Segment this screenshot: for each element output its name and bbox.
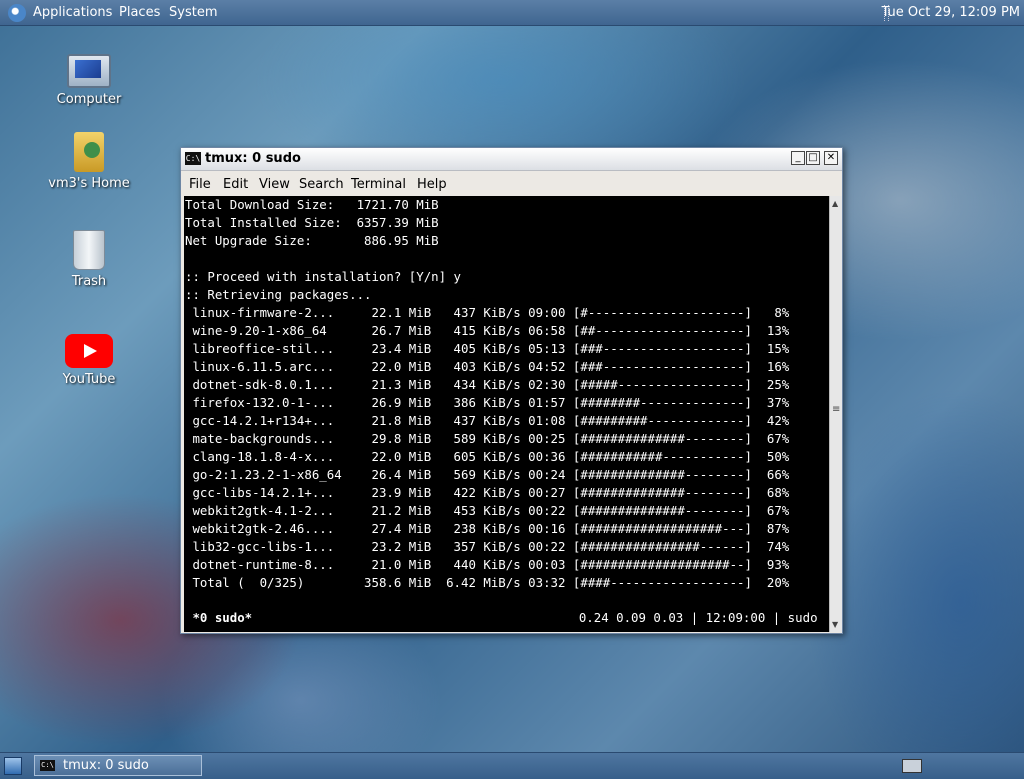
workspace-switcher[interactable] — [902, 759, 922, 773]
terminal-output[interactable]: Total Download Size: 1721.70 MiB Total I… — [184, 196, 829, 632]
taskbar-button-label: tmux: 0 sudo — [63, 758, 149, 773]
terminal-line: gcc-libs-14.2.1+... 23.9 MiB 422 KiB/s 0… — [185, 485, 790, 500]
terminal-app-icon: C:\ — [185, 152, 201, 165]
terminal-app-icon: C:\ — [40, 760, 55, 771]
terminal-line: libreoffice-stil... 23.4 MiB 405 KiB/s 0… — [185, 341, 790, 356]
menu-view[interactable]: View — [259, 177, 290, 192]
terminal-line: firefox-132.0-1-... 26.9 MiB 386 KiB/s 0… — [185, 395, 790, 410]
terminal-line: webkit2gtk-2.46.... 27.4 MiB 238 KiB/s 0… — [185, 521, 790, 536]
terminal-line: Total ( 0/325) 358.6 MiB 6.42 MiB/s 03:3… — [185, 575, 790, 590]
top-panel: Applications Places System Tue Oct 29, 1… — [0, 0, 1024, 26]
scroll-down-icon[interactable]: ▼ — [832, 620, 838, 629]
terminal-window: C:\ tmux: 0 sudo _ □ ✕ File Edit View Se… — [180, 147, 843, 634]
terminal-line: go-2:1.23.2-1-x86_64 26.4 MiB 569 KiB/s … — [185, 467, 790, 482]
terminal-line: webkit2gtk-4.1-2... 21.2 MiB 453 KiB/s 0… — [185, 503, 790, 518]
desktop-icon-label: vm3's Home — [48, 176, 130, 191]
scroll-grip-icon[interactable]: ≡ — [832, 404, 840, 415]
desktop-icon-label: Trash — [71, 274, 107, 289]
system-menu[interactable]: System — [169, 5, 217, 20]
desktop-icon-label: Computer — [56, 92, 122, 107]
terminal-line: Total Download Size: 1721.70 MiB — [185, 197, 439, 212]
terminal-line: :: Retrieving packages... — [185, 287, 372, 302]
terminal-line: linux-6.11.5.arc... 22.0 MiB 403 KiB/s 0… — [185, 359, 790, 374]
clock[interactable]: Tue Oct 29, 12:09 PM — [882, 5, 1020, 20]
terminal-line: lib32-gcc-libs-1... 23.2 MiB 357 KiB/s 0… — [185, 539, 790, 554]
desktop-icon-home[interactable]: vm3's Home — [44, 132, 134, 191]
trash-icon — [73, 230, 105, 270]
tmux-status-bar: *0 sudo* 0.24 0.09 0.03 | 12:09:00 | sud… — [184, 609, 829, 627]
youtube-icon — [65, 334, 113, 368]
places-menu[interactable]: Places — [119, 5, 160, 20]
desktop-icon-trash[interactable]: Trash — [44, 230, 134, 289]
show-desktop-icon[interactable] — [4, 757, 22, 775]
taskbar-button-tmux[interactable]: C:\ tmux: 0 sudo — [34, 755, 202, 776]
minimize-button[interactable]: _ — [791, 151, 805, 165]
terminal-line: linux-firmware-2... 22.1 MiB 437 KiB/s 0… — [185, 305, 790, 320]
menu-edit[interactable]: Edit — [223, 177, 248, 192]
home-folder-icon — [74, 132, 104, 172]
terminal-line: clang-18.1.8-4-x... 22.0 MiB 605 KiB/s 0… — [185, 449, 790, 464]
maximize-button[interactable]: □ — [806, 151, 820, 165]
menu-help[interactable]: Help — [417, 177, 447, 192]
menu-file[interactable]: File — [189, 177, 211, 192]
tmux-window-name[interactable]: *0 sudo* — [185, 609, 252, 627]
bottom-panel: C:\ tmux: 0 sudo — [0, 752, 1024, 779]
computer-icon — [67, 54, 111, 88]
terminal-line: dotnet-sdk-8.0.1... 21.3 MiB 434 KiB/s 0… — [185, 377, 790, 392]
desktop-icon-computer[interactable]: Computer — [44, 54, 134, 107]
terminal-line: dotnet-runtime-8... 21.0 MiB 440 KiB/s 0… — [185, 557, 790, 572]
terminal-line: Net Upgrade Size: 886.95 MiB — [185, 233, 439, 248]
terminal-line: wine-9.20-1-x86_64 26.7 MiB 415 KiB/s 06… — [185, 323, 790, 338]
applications-menu[interactable]: Applications — [33, 5, 112, 20]
window-menubar: File Edit View Search Terminal Help — [181, 172, 842, 194]
menu-search[interactable]: Search — [299, 177, 344, 192]
desktop-icon-label: YouTube — [62, 372, 116, 387]
window-titlebar[interactable]: C:\ tmux: 0 sudo _ □ ✕ — [181, 148, 842, 171]
distro-logo-icon[interactable] — [8, 4, 26, 22]
window-title: tmux: 0 sudo — [205, 151, 301, 166]
close-button[interactable]: ✕ — [824, 151, 838, 165]
terminal-line: mate-backgrounds... 29.8 MiB 589 KiB/s 0… — [185, 431, 790, 446]
tmux-status-right: 0.24 0.09 0.03 | 12:09:00 | sudo — [578, 610, 825, 625]
terminal-line: Total Installed Size: 6357.39 MiB — [185, 215, 439, 230]
desktop-icon-youtube[interactable]: YouTube — [44, 334, 134, 387]
terminal-line: gcc-14.2.1+r134+... 21.8 MiB 437 KiB/s 0… — [185, 413, 790, 428]
scroll-up-icon[interactable]: ▲ — [832, 199, 838, 208]
menu-terminal[interactable]: Terminal — [351, 177, 406, 192]
terminal-line: :: Proceed with installation? [Y/n] y — [185, 269, 462, 284]
vertical-scrollbar[interactable]: ▲ ≡ ▼ — [829, 196, 842, 632]
